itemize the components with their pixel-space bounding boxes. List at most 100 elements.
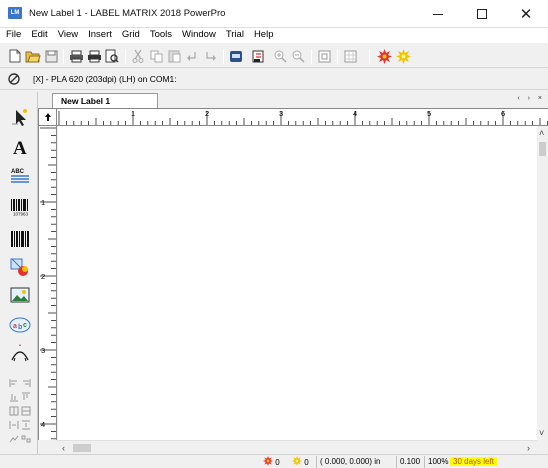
close-button[interactable]: ✕ xyxy=(504,0,548,28)
save-icon[interactable] xyxy=(43,48,59,64)
open-icon[interactable] xyxy=(25,48,41,64)
arc-text-tool-icon[interactable] xyxy=(9,342,31,364)
menu-grid[interactable]: Grid xyxy=(117,28,145,43)
print-icon[interactable] xyxy=(68,48,84,64)
yellow-count: 0 xyxy=(304,458,309,467)
status-bar: 0 0 ( 0.000, 0.000) in 0.100 100% 30 day… xyxy=(0,454,548,468)
ruler-label: 4 xyxy=(41,420,46,429)
database-icon[interactable] xyxy=(228,48,244,64)
menu-tools[interactable]: Tools xyxy=(145,28,177,43)
ruler-label: 3 xyxy=(279,109,284,118)
horizontal-scrollbar[interactable]: ‹ › xyxy=(57,440,537,454)
menu-bar: File Edit View Insert Grid Tools Window … xyxy=(0,28,548,43)
svg-text:a: a xyxy=(13,323,17,330)
distribute-vertical-icon[interactable] xyxy=(21,420,31,430)
shape-tool-icon[interactable] xyxy=(9,256,31,278)
toolbar-separator xyxy=(311,49,312,64)
tab-new-label-1[interactable]: New Label 1 xyxy=(52,93,158,108)
ruler-label: 2 xyxy=(205,109,210,118)
trial-days-left: 30 days left xyxy=(450,457,497,466)
redo-icon[interactable] xyxy=(202,48,218,64)
group-icon[interactable] xyxy=(9,434,19,444)
paste-icon[interactable] xyxy=(166,48,182,64)
title-bar: LM New Label 1 - LABEL MATRIX 2018 Power… xyxy=(0,0,548,28)
red-starburst-icon xyxy=(263,456,273,466)
ruler-label: 5 xyxy=(427,109,432,118)
vertical-scroll-thumb[interactable] xyxy=(539,142,546,156)
center-horizontal-icon[interactable] xyxy=(9,406,19,416)
status-coordinates: ( 0.000, 0.000) in xyxy=(316,456,380,468)
printer-name[interactable]: [X] - PLA 620 (203dpi) (LH) on COM1: xyxy=(33,74,177,84)
align-right-icon[interactable] xyxy=(21,378,31,388)
align-top-icon[interactable] xyxy=(21,392,31,402)
scroll-up-icon[interactable]: ˄ xyxy=(539,128,544,138)
new-icon[interactable] xyxy=(7,48,23,64)
align-bottom-icon[interactable] xyxy=(9,392,19,402)
center-vertical-icon[interactable] xyxy=(21,406,31,416)
svg-text:A: A xyxy=(13,138,27,157)
print-preview-icon[interactable] xyxy=(104,48,120,64)
align-left-icon[interactable] xyxy=(9,378,19,388)
cut-icon[interactable] xyxy=(130,48,146,64)
toolbar-separator xyxy=(369,49,370,64)
maximize-button[interactable] xyxy=(460,0,504,28)
text-tool-icon[interactable]: A xyxy=(9,136,31,158)
maximize-icon xyxy=(477,9,487,19)
grid-icon[interactable] xyxy=(342,48,358,64)
main-toolbar xyxy=(0,44,548,68)
minimize-button[interactable] xyxy=(416,0,460,28)
zoom-in-icon[interactable] xyxy=(272,48,288,64)
menu-insert[interactable]: Insert xyxy=(83,28,117,43)
menu-view[interactable]: View xyxy=(53,28,83,43)
image-tool-icon[interactable] xyxy=(9,284,31,306)
tab-navigation[interactable]: ‹ › × xyxy=(517,95,545,102)
horizontal-ruler: 1 2 3 4 5 6 xyxy=(57,108,548,126)
app-logo-icon: LM xyxy=(8,7,22,19)
paragraph-tool-icon[interactable]: ABC xyxy=(9,164,31,186)
print-all-icon[interactable] xyxy=(86,48,102,64)
copy-icon[interactable] xyxy=(148,48,164,64)
printer-select-icon[interactable] xyxy=(7,72,21,86)
menu-edit[interactable]: Edit xyxy=(26,28,52,43)
status-step: 0.100 xyxy=(396,456,420,468)
ruler-origin-button[interactable] xyxy=(38,108,57,126)
window-title: New Label 1 - LABEL MATRIX 2018 PowerPro xyxy=(29,8,226,19)
scroll-left-icon[interactable]: ‹ xyxy=(62,443,65,453)
yellow-starburst-icon[interactable] xyxy=(395,48,411,64)
document-tab-bar: New Label 1 ‹ › × xyxy=(38,92,548,108)
svg-text:107963: 107963 xyxy=(13,212,29,217)
menu-trial[interactable]: Trial xyxy=(221,28,249,43)
ruler-label: 3 xyxy=(41,346,46,355)
red-starburst-icon[interactable] xyxy=(376,48,392,64)
toolbar-separator xyxy=(337,49,338,64)
ruler-label: 1 xyxy=(41,198,46,207)
svg-text:ABC: ABC xyxy=(11,169,25,175)
horizontal-scroll-thumb[interactable] xyxy=(73,444,91,452)
label-properties-icon[interactable] xyxy=(250,48,266,64)
printer-bar: [X] - PLA 620 (203dpi) (LH) on COM1: xyxy=(0,69,548,90)
distribute-horizontal-icon[interactable] xyxy=(9,420,19,430)
menu-window[interactable]: Window xyxy=(177,28,221,43)
menu-help[interactable]: Help xyxy=(249,28,279,43)
undo-icon[interactable] xyxy=(184,48,200,64)
zoom-out-icon[interactable] xyxy=(290,48,306,64)
menu-file[interactable]: File xyxy=(0,28,26,43)
toolbar-separator xyxy=(63,49,64,64)
minimize-icon xyxy=(433,13,443,15)
barcode-2d-tool-icon[interactable] xyxy=(9,228,31,250)
tools-palette: A ABC 107963 abc xyxy=(0,92,38,454)
pointer-tool-icon[interactable] xyxy=(9,106,31,128)
scroll-down-icon[interactable]: ˅ xyxy=(539,428,544,438)
ruler-label: 2 xyxy=(41,272,46,281)
counter-tool-icon[interactable]: abc xyxy=(9,314,31,336)
ungroup-icon[interactable] xyxy=(21,434,31,444)
barcode-1d-tool-icon[interactable]: 107963 xyxy=(9,196,31,218)
vertical-scrollbar[interactable]: ˄ ˅ xyxy=(537,126,548,440)
scroll-right-icon[interactable]: › xyxy=(527,443,530,453)
tab-label: New Label 1 xyxy=(61,96,111,106)
label-canvas[interactable] xyxy=(58,126,537,440)
fit-icon[interactable] xyxy=(316,48,332,64)
status-red-count: 0 xyxy=(260,456,280,468)
svg-text:c: c xyxy=(23,322,27,329)
close-icon: ✕ xyxy=(519,5,533,23)
